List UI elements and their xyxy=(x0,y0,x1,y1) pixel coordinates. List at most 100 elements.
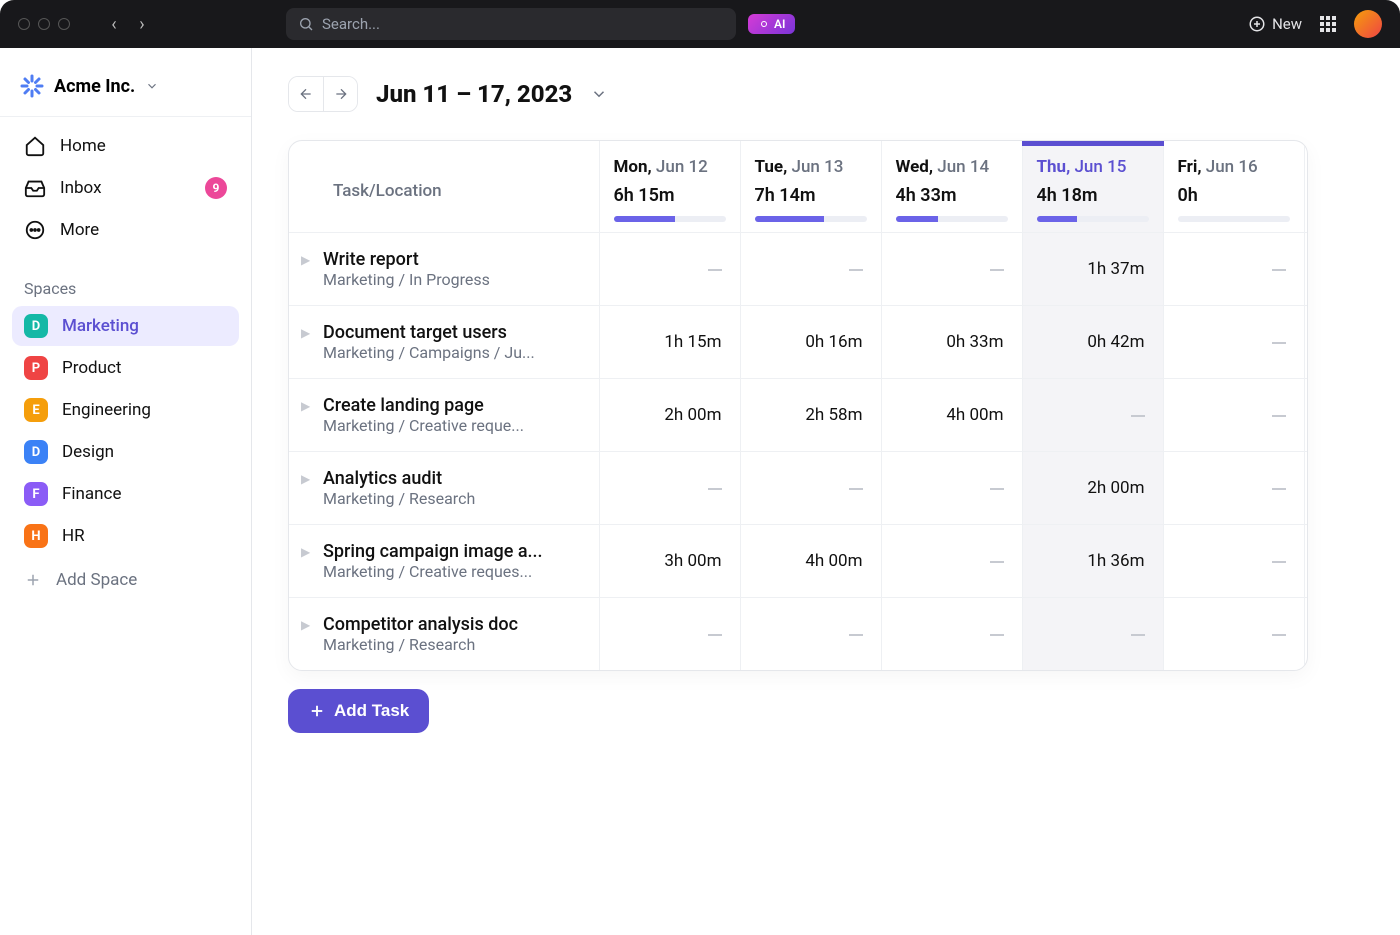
date-dropdown-icon[interactable] xyxy=(590,85,608,103)
table-row[interactable]: ▶Competitor analysis docMarketing / Rese… xyxy=(289,598,1308,671)
time-cell[interactable]: 1h 15m xyxy=(599,306,740,379)
expand-caret-icon[interactable]: ▶ xyxy=(301,545,315,559)
task-cell[interactable]: ▶Analytics auditMarketing / Research xyxy=(289,452,599,525)
history-nav: ‹ › xyxy=(102,14,154,35)
time-cell[interactable] xyxy=(881,452,1022,525)
column-header-wed[interactable]: Wed, Jun 144h 33m xyxy=(881,141,1022,233)
forward-button[interactable]: › xyxy=(130,14,154,35)
time-cell[interactable]: 4h 00m xyxy=(881,379,1022,452)
apps-icon[interactable] xyxy=(1320,16,1336,32)
empty-value xyxy=(990,488,1004,490)
task-cell[interactable]: ▶Write reportMarketing / In Progress xyxy=(289,233,599,306)
time-cell[interactable]: 2h 00m xyxy=(599,379,740,452)
task-name: Analytics audit xyxy=(323,468,585,489)
window-controls[interactable] xyxy=(18,18,70,30)
time-cell[interactable] xyxy=(1022,598,1163,671)
time-cell[interactable] xyxy=(881,525,1022,598)
expand-caret-icon[interactable]: ▶ xyxy=(301,618,315,632)
search-icon xyxy=(298,16,314,32)
new-button[interactable]: New xyxy=(1248,15,1302,33)
time-cell[interactable]: 0h 33m xyxy=(881,306,1022,379)
empty-value xyxy=(990,269,1004,271)
space-item-marketing[interactable]: DMarketing xyxy=(12,306,239,346)
expand-caret-icon[interactable]: ▶ xyxy=(301,326,315,340)
space-item-hr[interactable]: HHR xyxy=(12,516,239,556)
table-row[interactable]: ▶Spring campaign image a...Marketing / C… xyxy=(289,525,1308,598)
time-cell[interactable] xyxy=(1163,525,1304,598)
prev-week-button[interactable] xyxy=(289,77,323,111)
time-cell[interactable]: 2h 58m xyxy=(740,379,881,452)
task-cell[interactable]: ▶Document target usersMarketing / Campai… xyxy=(289,306,599,379)
arrow-left-icon xyxy=(298,86,314,102)
expand-caret-icon[interactable]: ▶ xyxy=(301,472,315,486)
workspace-switcher[interactable]: Acme Inc. xyxy=(0,66,251,117)
nav-home[interactable]: Home xyxy=(12,125,239,167)
space-label: HR xyxy=(62,526,85,546)
column-header-thu[interactable]: Thu, Jun 154h 18m xyxy=(1022,141,1163,233)
space-item-finance[interactable]: FFinance xyxy=(12,474,239,514)
space-item-product[interactable]: PProduct xyxy=(12,348,239,388)
table-row[interactable]: ▶Analytics auditMarketing / Research2h 0… xyxy=(289,452,1308,525)
nav-more[interactable]: More xyxy=(12,209,239,251)
empty-value xyxy=(708,634,722,636)
time-cell-overflow xyxy=(1304,598,1308,671)
time-cell[interactable] xyxy=(1163,233,1304,306)
spaces-heading: Spaces xyxy=(0,259,251,304)
time-cell-overflow xyxy=(1304,306,1308,379)
nav-inbox[interactable]: Inbox 9 xyxy=(12,167,239,209)
day-label: Mon, Jun 12 xyxy=(614,157,726,177)
table-row[interactable]: ▶Create landing pageMarketing / Creative… xyxy=(289,379,1308,452)
time-cell-overflow xyxy=(1304,525,1308,598)
space-chip-icon: D xyxy=(24,440,48,464)
time-cell[interactable]: 2h 00m xyxy=(1022,452,1163,525)
table-row[interactable]: ▶Write reportMarketing / In Progress 1h 3… xyxy=(289,233,1308,306)
day-total: 4h 18m xyxy=(1037,185,1149,206)
time-cell[interactable] xyxy=(1163,598,1304,671)
time-cell[interactable] xyxy=(740,233,881,306)
day-progress xyxy=(614,216,726,222)
time-cell[interactable]: 3h 00m xyxy=(599,525,740,598)
time-cell[interactable]: 0h 16m xyxy=(740,306,881,379)
time-cell[interactable]: 4h 00m xyxy=(740,525,881,598)
table-row[interactable]: ▶Document target usersMarketing / Campai… xyxy=(289,306,1308,379)
time-cell[interactable] xyxy=(599,233,740,306)
day-label: Tue, Jun 13 xyxy=(755,157,867,177)
time-cell[interactable] xyxy=(881,233,1022,306)
time-cell[interactable] xyxy=(1163,379,1304,452)
time-cell[interactable] xyxy=(599,452,740,525)
ai-button[interactable]: AI xyxy=(748,14,795,34)
space-item-engineering[interactable]: EEngineering xyxy=(12,390,239,430)
time-cell[interactable] xyxy=(740,452,881,525)
add-task-button[interactable]: Add Task xyxy=(288,689,429,733)
sidebar: Acme Inc. Home Inbox 9 More Spaces DMark… xyxy=(0,48,252,935)
time-cell[interactable] xyxy=(740,598,881,671)
time-cell[interactable]: 1h 36m xyxy=(1022,525,1163,598)
expand-caret-icon[interactable]: ▶ xyxy=(301,399,315,413)
timesheet-table: Task/LocationMon, Jun 126h 15mTue, Jun 1… xyxy=(288,140,1308,671)
back-button[interactable]: ‹ xyxy=(102,14,126,35)
task-path: Marketing / Creative reque... xyxy=(323,416,585,435)
column-header-fri[interactable]: Fri, Jun 160h xyxy=(1163,141,1304,233)
task-cell[interactable]: ▶Competitor analysis docMarketing / Rese… xyxy=(289,598,599,671)
day-progress xyxy=(1037,216,1149,222)
column-header-tue[interactable]: Tue, Jun 137h 14m xyxy=(740,141,881,233)
add-space-button[interactable]: Add Space xyxy=(0,558,251,602)
next-week-button[interactable] xyxy=(323,77,357,111)
time-cell[interactable]: 0h 42m xyxy=(1022,306,1163,379)
time-cell[interactable]: 1h 37m xyxy=(1022,233,1163,306)
task-name: Competitor analysis doc xyxy=(323,614,585,635)
time-cell[interactable] xyxy=(1022,379,1163,452)
task-cell[interactable]: ▶Create landing pageMarketing / Creative… xyxy=(289,379,599,452)
space-chip-icon: E xyxy=(24,398,48,422)
expand-caret-icon[interactable]: ▶ xyxy=(301,253,315,267)
search-input[interactable]: Search... xyxy=(286,8,736,40)
task-cell[interactable]: ▶Spring campaign image a...Marketing / C… xyxy=(289,525,599,598)
inbox-icon xyxy=(24,177,46,199)
avatar[interactable] xyxy=(1354,10,1382,38)
time-cell[interactable] xyxy=(1163,306,1304,379)
column-header-mon[interactable]: Mon, Jun 126h 15m xyxy=(599,141,740,233)
space-item-design[interactable]: DDesign xyxy=(12,432,239,472)
time-cell[interactable] xyxy=(1163,452,1304,525)
time-cell[interactable] xyxy=(599,598,740,671)
time-cell[interactable] xyxy=(881,598,1022,671)
